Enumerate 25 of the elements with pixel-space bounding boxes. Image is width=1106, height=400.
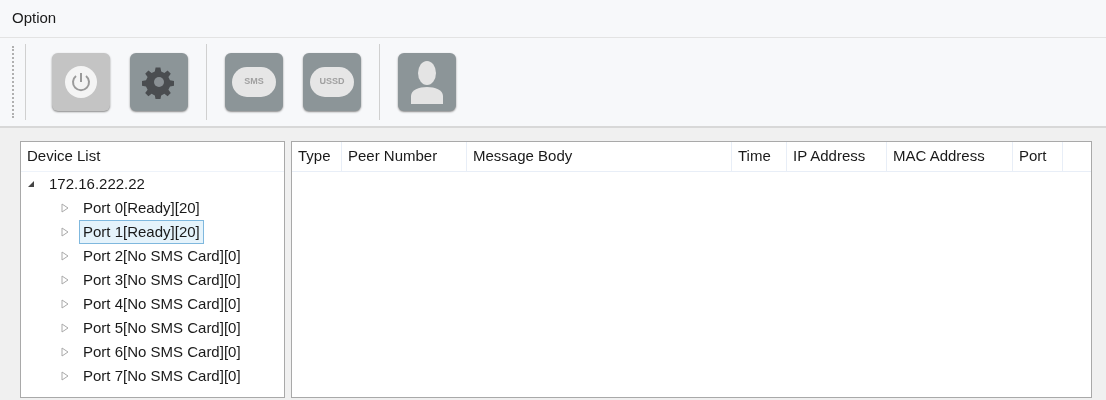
tree-item[interactable]: Port 6[No SMS Card][0] — [79, 339, 245, 365]
gear-icon — [142, 65, 176, 99]
speech-bubble-icon: USSD — [310, 67, 354, 97]
menu-item[interactable]: Option — [12, 7, 57, 30]
tree-item[interactable]: 172.16.222.22 — [45, 171, 149, 197]
contact-button[interactable] — [398, 53, 456, 111]
tree-item[interactable]: Port 0[Ready][20] — [79, 195, 204, 221]
tree-item[interactable]: Port 2[No SMS Card][0] — [79, 243, 245, 269]
tree-item[interactable]: Port 1[Ready][20] — [79, 219, 204, 245]
column-header[interactable]: Time — [732, 142, 787, 171]
tree-item[interactable]: Port 5[No SMS Card][0] — [79, 315, 245, 341]
tree-item[interactable]: Port 3[No SMS Card][0] — [79, 267, 245, 293]
person-icon — [410, 60, 444, 104]
column-header[interactable]: MAC Address — [887, 142, 1013, 171]
column-header[interactable]: IP Address — [787, 142, 887, 171]
column-header[interactable]: Message Body — [467, 142, 732, 171]
power-icon — [63, 64, 99, 100]
speech-bubble-icon: SMS — [232, 67, 276, 97]
column-header[interactable]: Peer Number — [342, 142, 467, 171]
settings-button[interactable] — [130, 53, 188, 111]
column-header[interactable]: Port — [1013, 142, 1063, 171]
column-header[interactable]: Type — [292, 142, 342, 171]
panel-title: Device List — [21, 142, 284, 172]
tree-item[interactable]: Port 7[No SMS Card][0] — [79, 363, 245, 389]
tree-item[interactable]: Port 4[No SMS Card][0] — [79, 291, 245, 317]
